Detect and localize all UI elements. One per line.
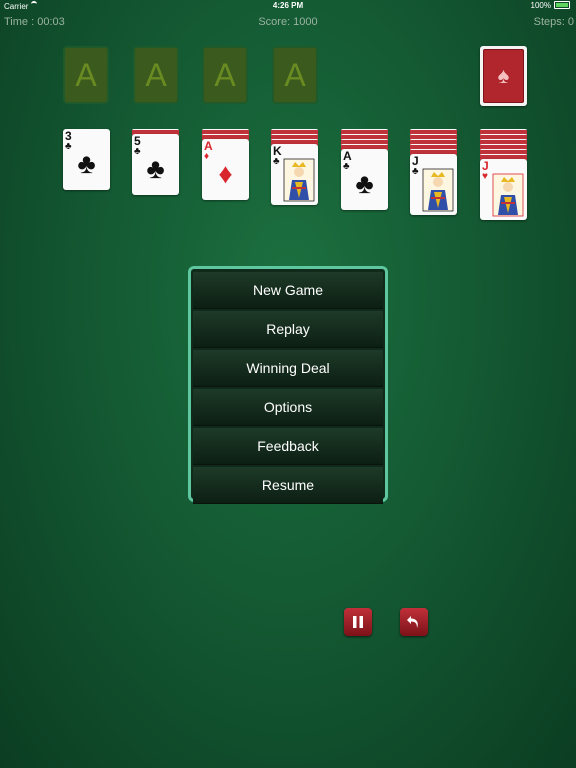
foundation-pile-3[interactable]: A: [202, 46, 248, 104]
card-suit: ♣: [343, 161, 350, 172]
pause-icon: [353, 616, 363, 628]
battery-icon: [554, 1, 570, 9]
replay-button[interactable]: Replay: [193, 311, 383, 348]
undo-icon: [407, 616, 418, 628]
card-suit: ♣: [273, 156, 280, 167]
card-back: ♠: [483, 49, 524, 103]
game-menu: New Game Replay Winning Deal Options Fee…: [188, 266, 388, 504]
new-game-button[interactable]: New Game: [193, 272, 383, 309]
card-suit-large: ♦: [218, 158, 233, 190]
stock-pile[interactable]: ♠: [480, 46, 527, 106]
foundation-pile-4[interactable]: A: [272, 46, 318, 104]
foundation-pile-1[interactable]: A: [63, 46, 109, 104]
steps-label: Steps: 0: [533, 16, 574, 28]
tableau-card-5[interactable]: A ♣ ♣: [341, 149, 388, 210]
face-card-art: [283, 158, 315, 202]
battery-status: 100%: [531, 1, 570, 10]
face-card-art: [492, 173, 524, 217]
tableau-card-6[interactable]: J ♣: [410, 154, 457, 215]
options-button[interactable]: Options: [193, 389, 383, 426]
tableau-card-3[interactable]: A ♦ ♦: [202, 139, 249, 200]
undo-button[interactable]: [400, 608, 428, 636]
card-suit: ♥: [482, 171, 488, 182]
tableau-card-4[interactable]: K ♣: [271, 144, 318, 205]
foundation-pile-2[interactable]: A: [133, 46, 179, 104]
face-card-art: [422, 168, 454, 212]
card-suit: ♦: [204, 151, 210, 162]
winning-deal-button[interactable]: Winning Deal: [193, 350, 383, 387]
status-bar: Carrier 4:26 PM 100%: [0, 0, 576, 12]
card-suit: ♣: [412, 166, 419, 177]
pause-button[interactable]: [344, 608, 372, 636]
tableau-card-7[interactable]: J ♥: [480, 159, 527, 220]
clock: 4:26 PM: [272, 1, 304, 10]
spade-icon: ♠: [497, 63, 510, 88]
info-bar: Time : 00:03 Score: 1000 Steps: 0: [0, 16, 576, 32]
card-suit: ♣: [134, 146, 141, 157]
card-suit: ♣: [65, 141, 72, 152]
feedback-button[interactable]: Feedback: [193, 428, 383, 465]
score-label: Score: 1000: [258, 16, 318, 28]
resume-button[interactable]: Resume: [193, 467, 383, 504]
tableau-card-1[interactable]: 3 ♣ ♣: [63, 129, 110, 190]
tableau-card-2[interactable]: 5 ♣ ♣: [132, 134, 179, 195]
card-suit-large: ♣: [146, 153, 165, 185]
card-suit-large: ♣: [77, 148, 96, 180]
card-suit-large: ♣: [355, 168, 374, 200]
